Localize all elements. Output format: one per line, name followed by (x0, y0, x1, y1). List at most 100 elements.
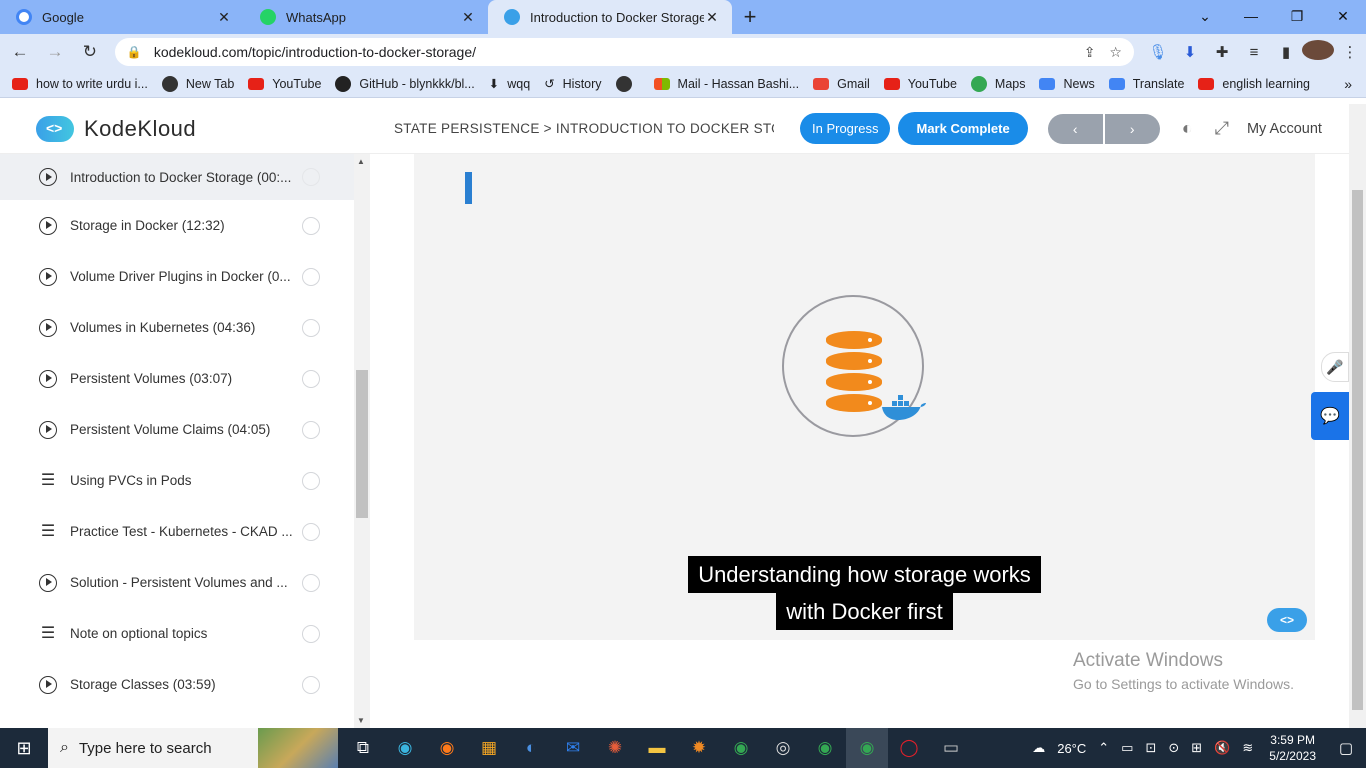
chrome-icon[interactable]: ◉ (720, 728, 762, 768)
meet-icon[interactable]: ⊙ (1168, 740, 1179, 756)
chrome-active-icon[interactable]: ◉ (846, 728, 888, 768)
status-circle-icon[interactable] (302, 216, 320, 235)
file-explorer-icon[interactable]: ▬ (636, 728, 678, 768)
status-circle-icon[interactable] (302, 420, 320, 439)
status-circle-icon[interactable] (302, 522, 320, 541)
bookmark-item[interactable] (615, 75, 640, 92)
windows-start-icon[interactable]: ⊞ (0, 728, 48, 768)
microphone-icon[interactable]: 🎤 (1321, 352, 1349, 382)
bookmark-item[interactable]: Mail - Hassan Bashi... (653, 77, 799, 91)
minimize-button[interactable]: — (1228, 0, 1274, 32)
settings-app-icon[interactable]: ✹ (678, 728, 720, 768)
mark-complete-button[interactable]: Mark Complete (898, 112, 1028, 145)
app-swirl-icon[interactable]: ✺ (594, 728, 636, 768)
status-circle-icon[interactable] (302, 471, 320, 490)
status-circle-icon[interactable] (302, 318, 320, 337)
bookmark-item[interactable]: ⬇ wqq (489, 76, 530, 92)
lesson-item[interactable]: Persistent Volume Claims (04:05) (0, 404, 370, 455)
lesson-item[interactable]: Storage Classes (03:59) (0, 659, 370, 710)
previous-lesson-button[interactable]: ‹ (1047, 113, 1103, 144)
sidebar-scrollbar[interactable]: ▲ ▼ (354, 154, 370, 728)
microphone-icon[interactable]: 🎙 (1142, 43, 1174, 61)
lesson-item[interactable]: Storage in Docker (12:32) (0, 200, 370, 251)
bookmark-item[interactable]: ↺ History (544, 76, 601, 92)
my-account-link[interactable]: My Account (1247, 121, 1322, 137)
opera-icon[interactable]: ◯ (888, 728, 930, 768)
bookmark-item[interactable]: GitHub - blynkkk/bl... (335, 75, 475, 92)
reload-button[interactable]: ↻ (75, 37, 105, 67)
network-icon[interactable]: ⊡ (1145, 740, 1156, 756)
menu-icon[interactable]: ⋮ (1334, 43, 1366, 61)
bookmark-item[interactable]: Gmail (813, 77, 870, 91)
star-icon[interactable]: ☆ (1109, 44, 1122, 61)
video-player[interactable]: Understanding how storage works with Doc… (414, 154, 1315, 640)
tab-google[interactable]: Google ✕ (0, 0, 244, 34)
close-icon[interactable]: ✕ (216, 9, 232, 26)
chat-icon[interactable]: 💬 (1311, 392, 1349, 440)
volume-icon[interactable]: 🔇 (1214, 740, 1230, 756)
task-view-icon[interactable]: ⧉ (342, 728, 384, 768)
lesson-item[interactable]: Volumes in Kubernetes (04:36) (0, 302, 370, 353)
status-circle-icon[interactable] (302, 675, 320, 694)
in-progress-button[interactable]: In Progress (800, 113, 891, 144)
kodekloud-logo[interactable]: KodeKloud (36, 115, 336, 142)
taskbar-search-input[interactable]: ⌕ Type here to search (48, 728, 338, 768)
bookmark-item[interactable]: News (1039, 77, 1095, 91)
moon-icon[interactable]: ◐ (1182, 118, 1193, 139)
address-bar[interactable]: 🔒 kodekloud.com/topic/introduction-to-do… (114, 38, 1134, 66)
taskbar-clock[interactable]: 3:59 PM 5/2/2023 (1269, 732, 1316, 764)
edge-icon[interactable]: ◉ (384, 728, 426, 768)
bookmark-item[interactable]: Maps (970, 75, 1025, 92)
battery-icon[interactable]: ▭ (1121, 740, 1133, 756)
lesson-item[interactable]: ☰ Practice Test - Kubernetes - CKAD ... (0, 506, 370, 557)
lesson-item[interactable]: ☰ Note on optional topics (0, 608, 370, 659)
status-circle-icon[interactable] (302, 168, 320, 186)
weather-icon[interactable]: ☁ (1032, 740, 1045, 756)
close-window-button[interactable]: ✕ (1320, 0, 1366, 32)
tab-whatsapp[interactable]: WhatsApp ✕ (244, 0, 488, 34)
bookmark-item[interactable]: Translate (1108, 77, 1184, 91)
download-extension-icon[interactable]: ⬇ (1174, 43, 1206, 61)
puzzle-icon[interactable]: ✚ (1206, 43, 1238, 61)
next-lesson-button[interactable]: › (1104, 113, 1160, 144)
scroll-thumb[interactable] (1352, 190, 1363, 710)
media-player-icon[interactable]: ◎ (762, 728, 804, 768)
bookmark-item[interactable]: New Tab (161, 75, 234, 92)
lock-icon[interactable]: 🔒 (127, 45, 142, 59)
profile-avatar[interactable] (1301, 40, 1334, 64)
url-text[interactable]: kodekloud.com/topic/introduction-to-dock… (154, 44, 1070, 60)
temperature-text[interactable]: 26°C (1057, 741, 1086, 756)
status-circle-icon[interactable] (302, 624, 320, 643)
bookmark-item[interactable]: YouTube (248, 77, 321, 91)
browser-app-icon[interactable]: ◐ (510, 728, 552, 768)
wifi-icon[interactable]: ≋ (1242, 740, 1253, 756)
breadcrumb[interactable]: STATE PERSISTENCE > INTRODUCTION TO DOCK… (394, 121, 774, 136)
status-circle-icon[interactable] (302, 573, 320, 592)
bookmark-item[interactable]: YouTube (883, 77, 957, 91)
fullscreen-icon[interactable]: ⤢ (1215, 118, 1229, 139)
side-panel-icon[interactable]: ▮ (1270, 43, 1302, 61)
chevron-down-icon[interactable]: ⌄ (1182, 0, 1228, 32)
scroll-thumb[interactable] (356, 370, 368, 518)
forward-button[interactable]: → (40, 37, 70, 67)
firefox-icon[interactable]: ◉ (426, 728, 468, 768)
bookmark-item[interactable]: how to write urdu i... (12, 77, 148, 91)
page-scrollbar[interactable] (1349, 104, 1366, 728)
back-button[interactable]: ← (5, 37, 35, 67)
restore-button[interactable]: ❐ (1274, 0, 1320, 32)
mail-icon[interactable]: ✉ (552, 728, 594, 768)
terminal-icon[interactable]: ▭ (930, 728, 972, 768)
display-icon[interactable]: ⊞ (1191, 740, 1202, 756)
close-icon[interactable]: ✕ (460, 9, 476, 26)
share-icon[interactable]: ⇪ (1084, 44, 1096, 61)
lesson-item[interactable]: Persistent Volumes (03:07) (0, 353, 370, 404)
status-circle-icon[interactable] (302, 369, 320, 388)
chrome-profile-icon[interactable]: ◉ (804, 728, 846, 768)
store-icon[interactable]: ▦ (468, 728, 510, 768)
scroll-up-icon[interactable]: ▲ (357, 157, 365, 166)
notification-icon[interactable]: ▢ (1326, 739, 1366, 757)
lesson-item[interactable]: Introduction to Docker Storage (00:... (0, 154, 370, 200)
reading-list-icon[interactable]: ≡ (1238, 44, 1270, 61)
lesson-item[interactable]: ☰ Using PVCs in Pods (0, 455, 370, 506)
lesson-item[interactable]: Solution - Persistent Volumes and ... (0, 557, 370, 608)
